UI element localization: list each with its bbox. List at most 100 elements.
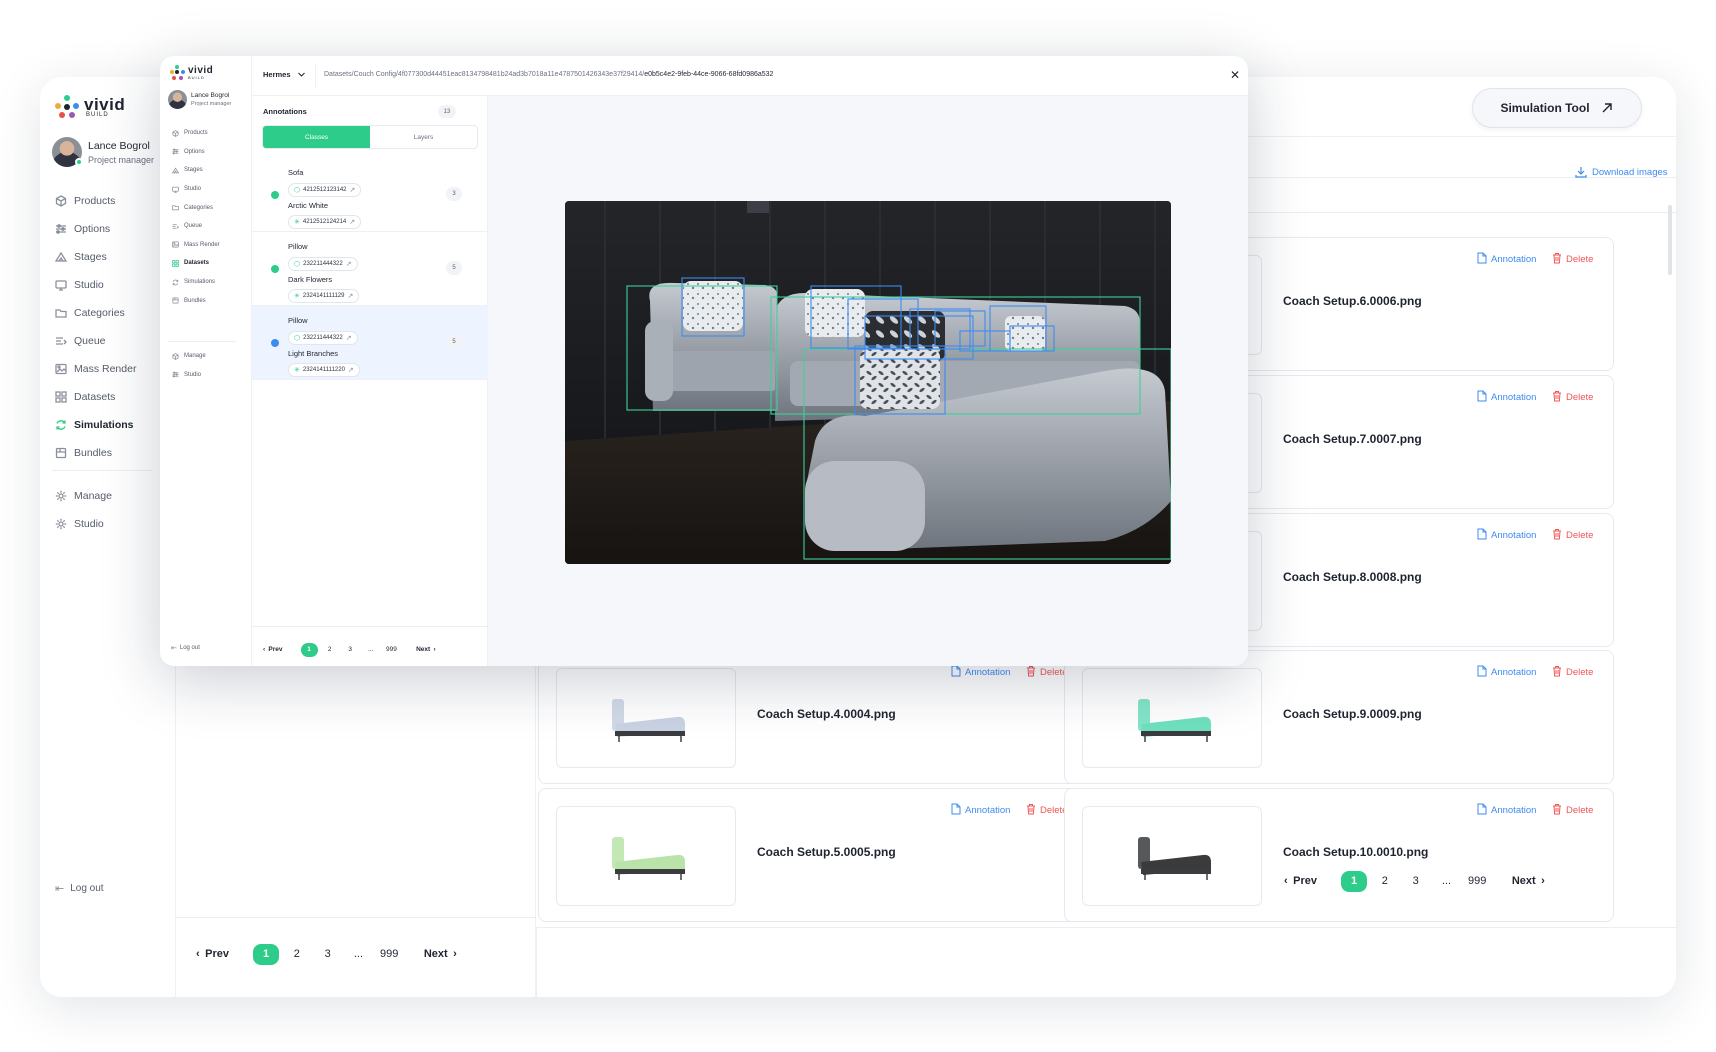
annotation-link[interactable]: Annotation xyxy=(1477,528,1536,543)
image-card[interactable]: Coach Setup.10.0010.png Annotation Delete xyxy=(1064,788,1614,922)
annotation-link[interactable]: Annotation xyxy=(951,665,1010,680)
sofa-thumbnail xyxy=(1138,837,1211,880)
class-id-tag[interactable]: ⬡ 232211444322 ↗ xyxy=(288,331,358,345)
page-2[interactable]: 2 xyxy=(321,643,338,657)
user-profile[interactable]: Lance Bogrol Project manager xyxy=(52,137,154,167)
next-button[interactable]: Next › xyxy=(424,948,457,960)
nav-item-options[interactable]: Options xyxy=(53,215,136,243)
win-nav-item-label: Categories xyxy=(184,204,214,211)
page-3[interactable]: 3 xyxy=(315,944,341,965)
annotation-link[interactable]: Annotation xyxy=(1477,390,1536,405)
annotation-link[interactable]: Annotation xyxy=(1477,252,1536,267)
annotation-item[interactable]: Sofa ⬡ 4212512123142 ↗ Arctic White ✳ 42125121… xyxy=(252,158,488,232)
class-id-tag[interactable]: ⬡ 4212512123142 ↗ xyxy=(288,183,362,197)
window-user-profile[interactable]: Lance Bogrol Project manager xyxy=(168,90,231,109)
prev-button[interactable]: ‹ Prev xyxy=(1284,875,1317,887)
page-1[interactable]: 1 xyxy=(1341,871,1368,892)
project-selector[interactable]: Hermes xyxy=(263,70,306,79)
next-label: Next xyxy=(423,948,448,961)
page-999[interactable]: 999 xyxy=(1464,871,1490,892)
prev-button[interactable]: ‹ Prev xyxy=(263,646,283,653)
window-secondary-nav: Manage Studio xyxy=(170,347,206,384)
win-nav-item-manage[interactable]: Manage xyxy=(170,347,206,366)
pager-divider xyxy=(176,917,536,918)
win-nav-item-studio[interactable]: Studio xyxy=(170,366,206,385)
delete-link[interactable]: Delete xyxy=(1026,665,1067,680)
nav-item-label: Studio xyxy=(74,518,104,530)
logout-button[interactable]: ⇤ Log out xyxy=(55,882,104,895)
tab-classes[interactable]: Classes xyxy=(263,126,370,148)
delete-link[interactable]: Delete xyxy=(1552,665,1593,680)
tab-layers[interactable]: Layers xyxy=(370,126,477,148)
annotations-title: Annotations xyxy=(263,107,307,116)
win-nav-item-stages[interactable]: Stages xyxy=(170,161,220,180)
next-button[interactable]: Next › xyxy=(1512,875,1545,887)
prev-button[interactable]: ‹ Prev xyxy=(196,948,229,960)
nav-item-queue[interactable]: Queue xyxy=(53,327,136,355)
delete-link[interactable]: Delete xyxy=(1026,803,1067,818)
chevron-down-icon xyxy=(297,72,305,77)
simulation-tool-button[interactable]: Simulation Tool xyxy=(1472,88,1642,128)
delete-label: Delete xyxy=(1566,805,1594,816)
image-icon xyxy=(53,363,69,375)
nav-item-mass-render[interactable]: Mass Render xyxy=(53,355,136,383)
nav-divider xyxy=(52,470,152,471)
win-nav-item-products[interactable]: Products xyxy=(170,124,220,143)
close-icon[interactable]: ✕ xyxy=(1230,68,1240,82)
win-nav-item-bundles[interactable]: Bundles xyxy=(170,291,220,310)
win-nav-item-datasets[interactable]: Datasets xyxy=(170,254,220,273)
download-images-link[interactable]: Download images xyxy=(1575,166,1668,178)
image-card[interactable]: Coach Setup.5.0005.png Annotation Delete xyxy=(538,788,1088,922)
nav-item-stages[interactable]: Stages xyxy=(53,243,136,271)
variant-id-tag[interactable]: ✳ 4212512124214 ↗ xyxy=(288,215,362,229)
win-nav-item-options[interactable]: Options xyxy=(170,143,220,162)
win-nav-item-studio[interactable]: Studio xyxy=(170,180,220,199)
image-card[interactable]: Coach Setup.4.0004.png Annotation Delete xyxy=(538,650,1088,784)
win-nav-item-mass-render[interactable]: Mass Render xyxy=(170,236,220,255)
window-logout-button[interactable]: ⇤ Log out xyxy=(171,644,200,652)
nav-item-products[interactable]: Products xyxy=(53,187,136,215)
win-nav-item-queue[interactable]: Queue xyxy=(170,217,220,236)
gear-icon xyxy=(53,490,69,502)
page-1[interactable]: 1 xyxy=(300,643,318,657)
page-999[interactable]: 999 xyxy=(376,944,402,965)
delete-link[interactable]: Delete xyxy=(1552,803,1593,818)
variant-id-tag[interactable]: ✳ 2324141111220 ↗ xyxy=(288,363,360,377)
annotation-link[interactable]: Annotation xyxy=(1477,665,1536,680)
nav-item-manage[interactable]: Manage xyxy=(53,482,112,510)
class-id-tag[interactable]: ⬡ 232211444322 ↗ xyxy=(288,257,358,271)
nav-item-label: Bundles xyxy=(74,447,112,459)
delete-link[interactable]: Delete xyxy=(1552,390,1593,405)
image-card[interactable]: Coach Setup.9.0009.png Annotation Delete xyxy=(1064,650,1614,784)
nav-item-datasets[interactable]: Datasets xyxy=(53,383,136,411)
page-1[interactable]: 1 xyxy=(253,944,280,965)
sliders-icon xyxy=(170,148,181,155)
next-button[interactable]: Next › xyxy=(416,646,436,653)
nav-item-simulations[interactable]: Simulations xyxy=(53,411,136,439)
page-3[interactable]: 3 xyxy=(1403,871,1429,892)
annotation-item[interactable]: Pillow ⬡ 232211444322 ↗ Light Branches ✳ 23241… xyxy=(252,306,488,380)
annotation-label: Annotation xyxy=(1491,530,1537,541)
nav-item-studio[interactable]: Studio xyxy=(53,271,136,299)
delete-link[interactable]: Delete xyxy=(1552,252,1593,267)
nav-item-bundles[interactable]: Bundles xyxy=(53,439,136,467)
sparkle-icon: ✳ xyxy=(294,219,300,226)
win-nav-item-categories[interactable]: Categories xyxy=(170,198,220,217)
annotated-image[interactable] xyxy=(565,201,1171,564)
page-2[interactable]: 2 xyxy=(284,944,310,965)
page-2[interactable]: 2 xyxy=(1372,871,1398,892)
nav-item-categories[interactable]: Categories xyxy=(53,299,136,327)
scrollbar[interactable] xyxy=(1668,205,1672,275)
variant-id-tag[interactable]: ✳ 2324141111129 ↗ xyxy=(288,289,360,303)
nav-item-studio[interactable]: Studio xyxy=(53,510,112,538)
win-nav-item-simulations[interactable]: Simulations xyxy=(170,273,220,292)
delete-link[interactable]: Delete xyxy=(1552,528,1593,543)
page-3[interactable]: 3 xyxy=(342,643,359,657)
pagination-ellipsis: ... xyxy=(353,948,363,961)
annotation-link[interactable]: Annotation xyxy=(1477,803,1536,818)
annotation-link[interactable]: Annotation xyxy=(951,803,1010,818)
page-999[interactable]: 999 xyxy=(383,643,400,657)
annotation-item[interactable]: Pillow ⬡ 232211444322 ↗ Dark Flowers ✳ 2324141… xyxy=(252,232,488,306)
class-id: 232211444322 xyxy=(303,335,343,341)
path-current: e0b5c4e2-9feb-44ce-9066-68fd0986a532 xyxy=(644,71,774,78)
